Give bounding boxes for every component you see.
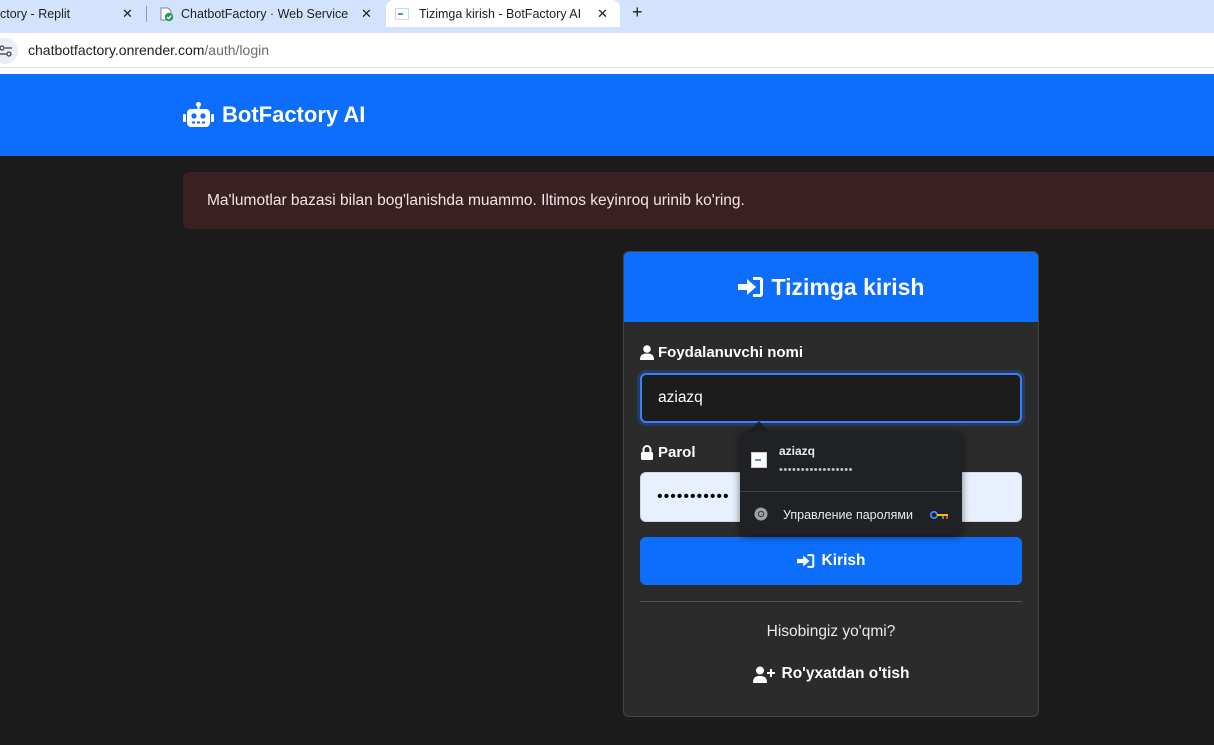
address-bar[interactable]: chatbotfactory.onrender.com/auth/login (0, 33, 1214, 68)
tab-title: ChatbotFactory · Web Service · (181, 6, 351, 21)
lock-icon (641, 445, 653, 460)
password-label: Parol (640, 444, 696, 461)
tab-replit[interactable]: ctory - Replit ✕ (0, 0, 145, 27)
robot-icon (183, 102, 214, 127)
url-host: chatbotfactory.onrender.com (28, 42, 205, 58)
popup-divider (740, 491, 962, 492)
manage-passwords-label: Управление паролями (783, 508, 913, 522)
close-tab-icon[interactable]: ✕ (597, 6, 608, 22)
brand-link[interactable]: BotFactory AI (183, 102, 365, 128)
alert-message: Ma'lumotlar bazasi bilan bog'lanishda mu… (207, 192, 745, 209)
tab-login-active[interactable]: Tizimga kirish - BotFactory AI ✕ (386, 0, 620, 27)
tab-separator (146, 6, 147, 22)
login-button[interactable]: Kirish (640, 537, 1022, 585)
tab-web-service[interactable]: ChatbotFactory · Web Service · ✕ (152, 0, 384, 27)
close-tab-icon[interactable]: ✕ (361, 6, 372, 22)
register-link[interactable]: Ro'yxatdan o'tish (624, 665, 1038, 683)
username-label-text: Foydalanuvchi nomi (658, 344, 804, 361)
saved-username: aziazq (779, 444, 816, 458)
error-alert: Ma'lumotlar bazasi bilan bog'lanishda mu… (183, 172, 1214, 229)
user-plus-icon (752, 666, 775, 683)
navbar: BotFactory AI (0, 74, 1214, 156)
username-label: Foydalanuvchi nomi (640, 344, 803, 361)
site-info-button[interactable] (0, 38, 18, 64)
divider (640, 601, 1022, 602)
brand-name: BotFactory AI (222, 102, 366, 127)
card-header: Tizimga kirish (624, 252, 1038, 322)
tab-title: Tizimga kirish - BotFactory AI (419, 6, 582, 21)
url-path: /auth/login (204, 42, 270, 58)
browser-tabstrip: ctory - Replit ✕ ChatbotFactory · Web Se… (0, 0, 1214, 33)
password-autofill-popup: aziazq ••••••••••••••••• Управление паро… (740, 431, 962, 535)
site-favicon-icon (751, 452, 767, 468)
render-favicon-icon (158, 6, 174, 22)
tab-title: ctory - Replit (0, 6, 71, 21)
no-account-text: Hisobingiz yo'qmi? (766, 623, 896, 640)
sign-in-icon (737, 277, 763, 297)
user-icon (640, 345, 654, 360)
close-tab-icon[interactable]: ✕ (122, 6, 133, 22)
chrome-icon (754, 507, 768, 521)
register-link-label: Ro'yxatdan o'tish (781, 665, 910, 682)
new-tab-button[interactable]: + (632, 2, 643, 23)
password-label-text: Parol (658, 444, 696, 461)
saved-password-mask: ••••••••••••••••• (779, 464, 853, 476)
tune-icon (0, 45, 12, 57)
url-text[interactable]: chatbotfactory.onrender.com/auth/login (28, 42, 269, 58)
page-favicon-icon (395, 7, 409, 20)
sign-in-icon (796, 554, 814, 568)
card-title: Tizimga kirish (771, 273, 925, 300)
login-button-label: Kirish (821, 552, 866, 569)
key-icon (930, 510, 948, 520)
username-input[interactable]: aziazq (640, 373, 1022, 423)
